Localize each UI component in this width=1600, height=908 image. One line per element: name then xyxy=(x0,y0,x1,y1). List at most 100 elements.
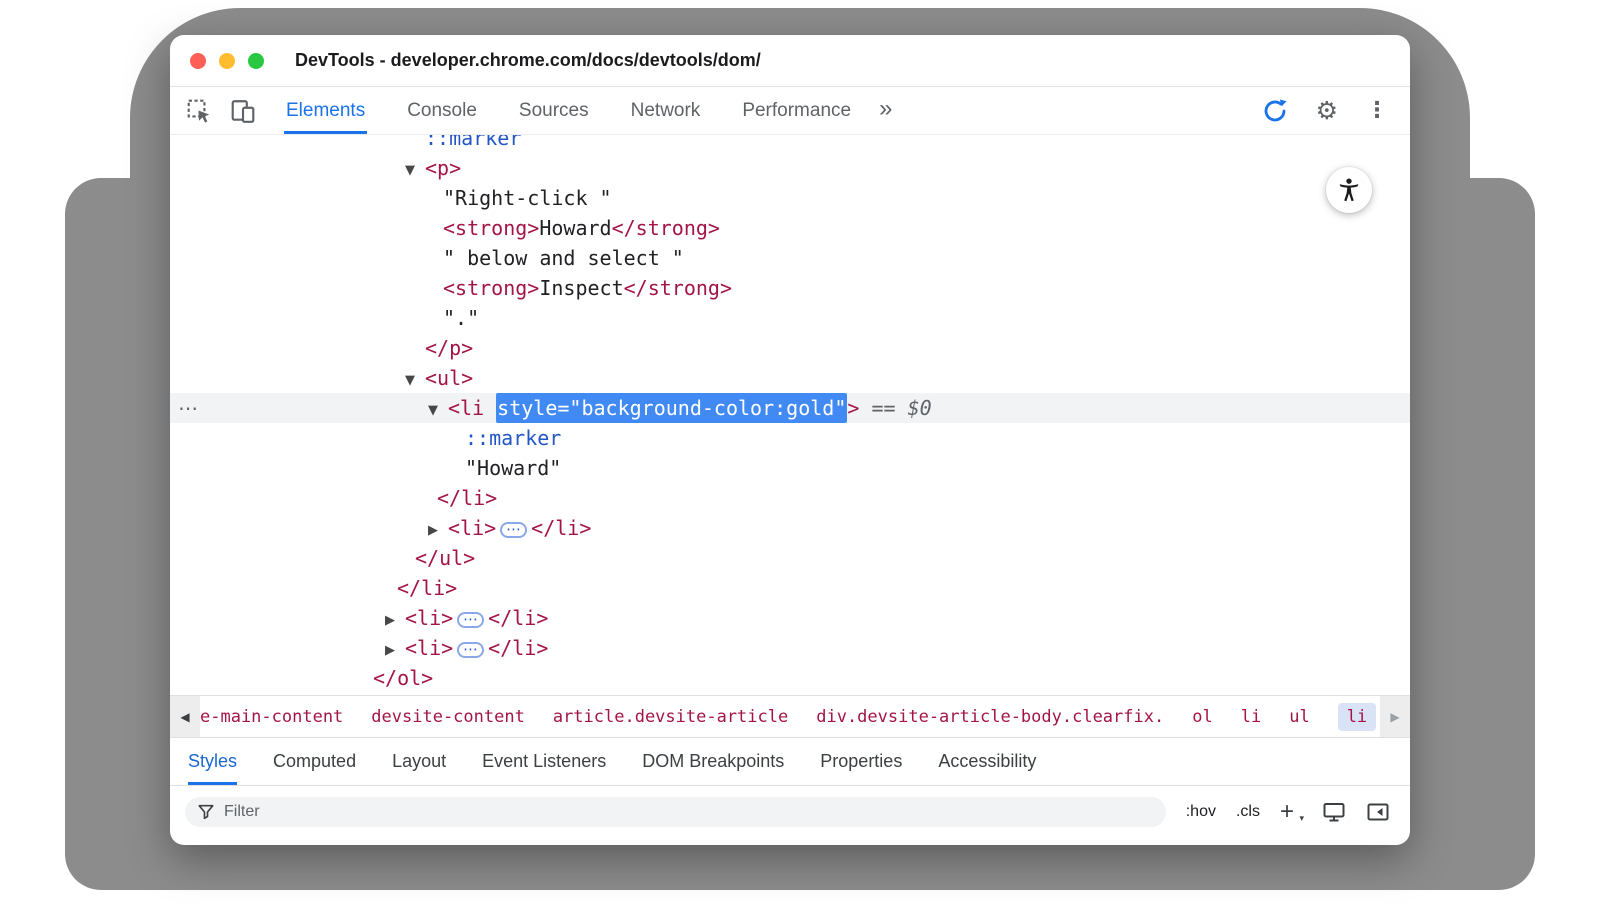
computed-sidebar-toggle-icon[interactable] xyxy=(1366,800,1390,824)
inspect-element-icon xyxy=(186,98,212,124)
tab-performance[interactable]: Performance xyxy=(740,87,853,134)
sync-badge-icon[interactable] xyxy=(1262,98,1288,124)
tag-token: <p> xyxy=(425,156,461,180)
dom-tree-line[interactable]: </li> xyxy=(170,483,1410,513)
collapsed-content-icon[interactable]: ⋯ xyxy=(457,612,484,628)
toolbar-right-group: ⚙ ⋮ xyxy=(1262,96,1388,125)
tab-event-listeners[interactable]: Event Listeners xyxy=(482,738,606,785)
devtools-toolbar: Elements Console Sources Network Performance… xyxy=(170,87,1410,135)
tab-console[interactable]: Console xyxy=(405,87,479,134)
dom-tree-line[interactable]: ▶<li>⋯</li> xyxy=(170,513,1410,543)
page: DevTools - developer.chrome.com/docs/dev… xyxy=(0,0,1600,908)
devtools-window: DevTools - developer.chrome.com/docs/dev… xyxy=(170,35,1410,845)
filter-field[interactable] xyxy=(185,797,1166,827)
tab-sources[interactable]: Sources xyxy=(517,87,591,134)
tag-token: </p> xyxy=(425,336,473,360)
dom-tree-line[interactable]: "Right-click " xyxy=(170,183,1410,213)
tag-token: </li> xyxy=(488,606,548,630)
disclosure-arrow-icon[interactable]: ▶ xyxy=(428,516,448,546)
dom-tree-line[interactable]: ::marker xyxy=(170,135,1410,153)
filter-input[interactable] xyxy=(224,803,1154,821)
computed-sidebar-toggle-icon xyxy=(1366,800,1390,824)
window-titlebar: DevTools - developer.chrome.com/docs/dev… xyxy=(170,35,1410,87)
accessibility-person-icon xyxy=(1335,176,1363,204)
breadcrumb-item[interactable]: article.devsite-article xyxy=(553,707,788,727)
rendering-emulations-icon[interactable] xyxy=(1322,800,1346,824)
row-menu-icon[interactable]: ⋯ xyxy=(178,393,198,423)
breadcrumb-item[interactable]: li xyxy=(1338,703,1376,731)
tag-token: </li> xyxy=(488,636,548,660)
toggle-element-state-button[interactable]: :hov xyxy=(1186,803,1216,821)
tab-properties[interactable]: Properties xyxy=(820,738,902,785)
tab-elements[interactable]: Elements xyxy=(284,87,367,134)
minimize-window-button[interactable] xyxy=(219,53,235,69)
dom-tree-line[interactable]: ▼<ul> xyxy=(170,363,1410,393)
collapsed-content-icon[interactable]: ⋯ xyxy=(457,642,484,658)
tag-token: <li> xyxy=(405,636,453,660)
dom-tree-line[interactable]: ::marker xyxy=(170,423,1410,453)
pseudo-element-token: ::marker xyxy=(465,426,561,450)
dom-tree-line[interactable]: <strong>Howard</strong> xyxy=(170,213,1410,243)
filter-funnel-icon xyxy=(197,803,215,821)
breadcrumb-item[interactable]: devsite-content xyxy=(371,707,525,727)
inspect-element-icon[interactable] xyxy=(186,98,212,124)
plus-icon: + xyxy=(1280,798,1294,825)
disclosure-arrow-icon[interactable]: ▶ xyxy=(385,636,405,666)
dom-tree-line[interactable]: </li> xyxy=(170,573,1410,603)
plus-caret-icon: ▾ xyxy=(1299,814,1304,824)
kebab-menu-icon[interactable]: ⋮ xyxy=(1366,98,1388,123)
tab-accessibility[interactable]: Accessibility xyxy=(938,738,1036,785)
breadcrumb-item[interactable]: div.devsite-article-body.clearfix. xyxy=(816,707,1164,727)
element-classes-button[interactable]: .cls xyxy=(1236,803,1260,821)
breadcrumb-item[interactable]: ul xyxy=(1289,707,1309,727)
device-toolbar-icon[interactable] xyxy=(230,98,256,124)
dom-tree-line[interactable]: ▶<li>⋯</li> xyxy=(170,603,1410,633)
dom-tree-line[interactable]: "." xyxy=(170,303,1410,333)
tab-styles[interactable]: Styles xyxy=(188,738,237,785)
breadcrumb-item[interactable]: ol xyxy=(1192,707,1212,727)
tab-computed[interactable]: Computed xyxy=(273,738,356,785)
tab-network[interactable]: Network xyxy=(629,87,703,134)
dom-tree-line[interactable]: " below and select " xyxy=(170,243,1410,273)
tab-dom-breakpoints[interactable]: DOM Breakpoints xyxy=(642,738,784,785)
text-token: " below and select " xyxy=(443,246,684,270)
tab-layout[interactable]: Layout xyxy=(392,738,446,785)
dom-tree-line[interactable]: <strong>Inspect</strong> xyxy=(170,273,1410,303)
tag-token: <li xyxy=(448,396,496,420)
close-window-button[interactable] xyxy=(190,53,206,69)
disclosure-arrow-icon[interactable]: ▶ xyxy=(385,606,405,636)
pseudo-element-token: ::marker xyxy=(425,135,521,150)
dom-tree-line[interactable]: ▼<p> xyxy=(170,153,1410,183)
window-title: DevTools - developer.chrome.com/docs/dev… xyxy=(295,50,761,71)
rendering-emulations-icon xyxy=(1322,800,1346,824)
dom-tree-line[interactable]: </p> xyxy=(170,333,1410,363)
dom-tree-line[interactable]: </ul> xyxy=(170,543,1410,573)
zoom-window-button[interactable] xyxy=(248,53,264,69)
disclosure-arrow-icon[interactable]: ▼ xyxy=(428,396,448,426)
tag-token: </li> xyxy=(531,516,591,540)
breadcrumb-item[interactable]: li xyxy=(1241,707,1261,727)
operator-token: == xyxy=(859,396,907,420)
breadcrumb-scroll-right-icon[interactable]: ▶ xyxy=(1380,696,1410,737)
disclosure-arrow-icon[interactable]: ▼ xyxy=(405,366,425,396)
dom-tree-line[interactable]: ▶<li>⋯</li> xyxy=(170,633,1410,663)
accessibility-button[interactable] xyxy=(1326,167,1372,213)
dom-tree-line[interactable]: </ol> xyxy=(170,663,1410,693)
text-token: Inspect xyxy=(539,276,623,300)
dom-tree-line[interactable]: ⋯▼<li style="background-color:gold"> == … xyxy=(170,393,1410,423)
dom-tree-line[interactable]: "Howard" xyxy=(170,453,1410,483)
more-tabs-icon[interactable]: » xyxy=(879,95,892,127)
text-token: "Howard" xyxy=(465,456,561,480)
tag-token: <strong> xyxy=(443,216,539,240)
tag-token: <ul> xyxy=(425,366,473,390)
edited-attribute-selection[interactable]: style="background-color:gold" xyxy=(496,393,847,423)
disclosure-arrow-icon[interactable]: ▼ xyxy=(405,156,425,186)
breadcrumb-scroll-left-icon[interactable]: ◀ xyxy=(170,696,200,737)
styles-panel-tabs: Styles Computed Layout Event Listeners DOM B… xyxy=(170,737,1410,785)
tag-token: <li> xyxy=(448,516,496,540)
new-style-rule-button[interactable]: +▾ xyxy=(1280,798,1302,826)
collapsed-content-icon[interactable]: ⋯ xyxy=(500,522,527,538)
settings-gear-icon[interactable]: ⚙ xyxy=(1316,96,1338,125)
breadcrumb-item[interactable]: e-main-content xyxy=(200,707,343,727)
tag-token: </strong> xyxy=(624,276,732,300)
